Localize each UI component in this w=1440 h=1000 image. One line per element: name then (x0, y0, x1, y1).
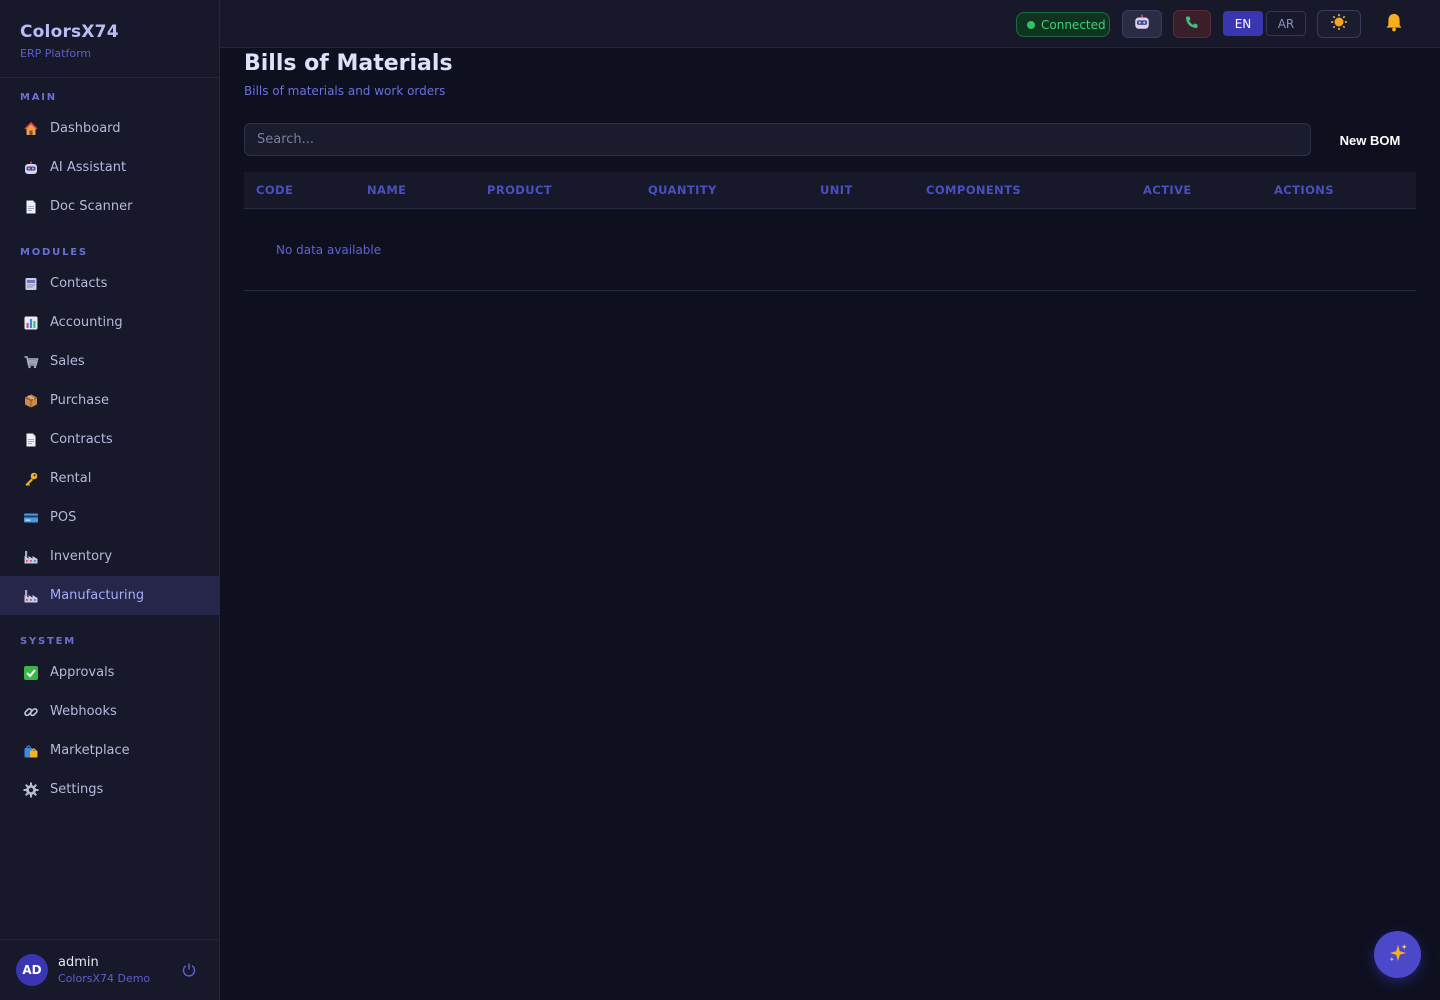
sidebar-item-label: Inventory (50, 549, 113, 564)
user-name: admin (58, 955, 99, 970)
document-icon (22, 198, 40, 216)
sidebar-item-label: Sales (50, 354, 85, 369)
section-title-modules: MODULES (20, 247, 88, 258)
sidebar-item-purchase[interactable]: Purchase (0, 381, 219, 420)
document-icon (22, 431, 40, 449)
sidebar-item-sales[interactable]: Sales (0, 342, 219, 381)
sidebar-item-manufacturing[interactable]: Manufacturing (0, 576, 219, 615)
empty-state-text: No data available (276, 243, 382, 257)
sidebar-item-label: Settings (50, 782, 104, 797)
sidebar-item-contracts[interactable]: Contracts (0, 420, 219, 459)
sidebar-item-inventory[interactable]: Inventory (0, 537, 219, 576)
sidebar-item-webhooks[interactable]: Webhooks (0, 692, 219, 731)
sidebar-item-ai-assistant[interactable]: AI Assistant (0, 148, 219, 187)
sidebar-item-rental[interactable]: Rental (0, 459, 219, 498)
lang-ar-button[interactable]: AR (1266, 11, 1306, 36)
table-header: CODE NAME PRODUCT QUANTITY UNIT COMPONEN… (244, 172, 1416, 209)
sidebar-item-contacts[interactable]: Contacts (0, 264, 219, 303)
search-input[interactable] (244, 123, 1311, 156)
sidebar-item-label: Approvals (50, 665, 115, 680)
sidebar-item-label: Marketplace (50, 743, 130, 758)
brand: ColorsX74 ERP Platform (0, 0, 219, 78)
brand-subtitle: ERP Platform (20, 47, 92, 60)
sparkle-icon (1387, 942, 1409, 968)
column-header-name[interactable]: NAME (367, 172, 406, 209)
sidebar-item-label: Webhooks (50, 704, 117, 719)
phone-icon (1184, 14, 1200, 34)
column-header-unit[interactable]: UNIT (820, 172, 853, 209)
page-title: Bills of Materials (244, 51, 453, 76)
column-header-quantity[interactable]: QUANTITY (648, 172, 717, 209)
connection-status-badge: Connected (1016, 12, 1110, 37)
sidebar-item-accounting[interactable]: Accounting (0, 303, 219, 342)
column-header-active[interactable]: ACTIVE (1143, 172, 1192, 209)
sidebar-item-marketplace[interactable]: Marketplace (0, 731, 219, 770)
phone-button[interactable] (1173, 10, 1211, 38)
sidebar-item-label: Contracts (50, 432, 113, 447)
ai-assistant-button[interactable] (1122, 10, 1162, 38)
column-header-actions: ACTIONS (1274, 183, 1334, 197)
sun-icon (1330, 13, 1348, 35)
sidebar-item-label: Accounting (50, 315, 123, 330)
notifications-button[interactable] (1380, 10, 1408, 38)
table-body: No data available (244, 209, 1416, 291)
user-org: ColorsX74 Demo (58, 972, 151, 985)
cart-icon (22, 353, 40, 371)
top-bar: Connected EN AR (220, 0, 1440, 48)
bom-table: CODE NAME PRODUCT QUANTITY UNIT COMPONEN… (244, 172, 1416, 291)
sidebar-item-approvals[interactable]: Approvals (0, 653, 219, 692)
house-icon (22, 120, 40, 138)
sidebar-item-label: POS (50, 510, 77, 525)
gear-icon (22, 781, 40, 799)
sidebar-item-label: Doc Scanner (50, 199, 133, 214)
sidebar-item-label: Contacts (50, 276, 108, 291)
key-icon (22, 470, 40, 488)
link-icon (22, 703, 40, 721)
status-dot-icon (1027, 20, 1035, 29)
sidebar-item-doc-scanner[interactable]: Doc Scanner (0, 187, 219, 226)
credit-card-icon (22, 509, 40, 527)
sidebar: ColorsX74 ERP Platform MAIN Dashboard AI… (0, 0, 220, 1000)
page-subtitle: Bills of materials and work orders (244, 84, 446, 98)
connection-status-label: Connected (1041, 17, 1106, 32)
shopping-bags-icon (22, 742, 40, 760)
factory-icon (22, 548, 40, 566)
new-bom-button[interactable]: New BOM (1325, 127, 1415, 153)
brand-name: ColorsX74 (20, 22, 119, 42)
section-title-system: SYSTEM (20, 636, 77, 647)
sidebar-item-settings[interactable]: Settings (0, 770, 219, 809)
column-header-code[interactable]: CODE (256, 172, 293, 209)
sidebar-item-label: Manufacturing (50, 588, 145, 603)
sidebar-item-label: Purchase (50, 393, 110, 408)
column-header-components[interactable]: COMPONENTS (926, 172, 1021, 209)
lang-en-button[interactable]: EN (1223, 11, 1263, 36)
robot-icon (1133, 13, 1151, 35)
robot-icon (22, 159, 40, 177)
bell-icon (1384, 12, 1404, 36)
theme-toggle-button[interactable] (1317, 10, 1361, 38)
user-bar: AD admin ColorsX74 Demo (0, 939, 219, 1000)
sidebar-item-label: Dashboard (50, 121, 121, 136)
user-info: admin ColorsX74 Demo (58, 955, 150, 985)
avatar[interactable]: AD (16, 954, 48, 986)
sidebar-item-pos[interactable]: POS (0, 498, 219, 537)
ai-sparkle-button[interactable] (1374, 931, 1421, 978)
sidebar-item-dashboard[interactable]: Dashboard (0, 109, 219, 148)
check-box-icon (22, 664, 40, 682)
section-title-main: MAIN (20, 92, 57, 103)
package-icon (22, 392, 40, 410)
sidebar-item-label: AI Assistant (50, 160, 127, 175)
card-index-icon (22, 275, 40, 293)
bar-chart-icon (22, 314, 40, 332)
column-header-product[interactable]: PRODUCT (487, 172, 552, 209)
power-icon[interactable] (181, 962, 197, 978)
sidebar-item-label: Rental (50, 471, 92, 486)
factory-icon (22, 587, 40, 605)
